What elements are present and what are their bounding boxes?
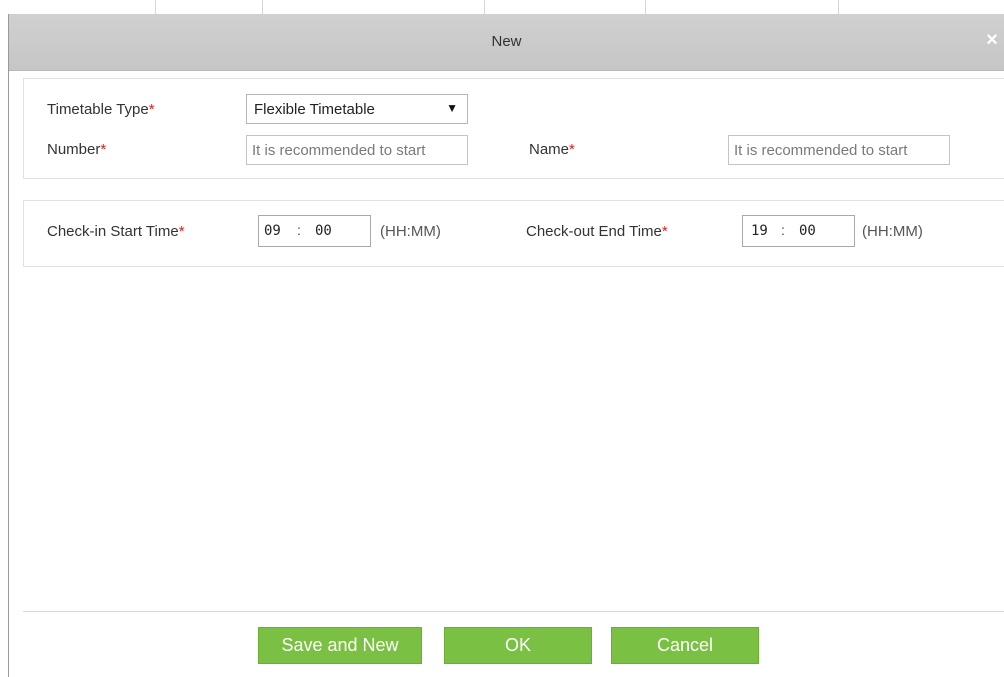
required-marker: * <box>100 141 107 158</box>
required-marker: * <box>148 101 155 118</box>
dialog-title: New <box>491 33 522 50</box>
number-label-text: Number <box>47 141 101 158</box>
check-in-start-time-label: Check-in Start Time* <box>47 223 185 240</box>
check-in-minute[interactable]: 00 <box>315 223 332 239</box>
name-input[interactable] <box>728 135 950 165</box>
background-divider <box>155 0 156 14</box>
timetable-type-label: Timetable Type* <box>47 101 155 118</box>
timetable-type-label-text: Timetable Type <box>47 101 149 118</box>
background-window-strip <box>0 0 1004 14</box>
check-in-hour[interactable]: 09 <box>264 223 281 239</box>
check-out-minute[interactable]: 00 <box>799 223 816 239</box>
check-in-start-time-input[interactable]: 09 : 00 <box>258 215 371 247</box>
check-out-end-time-input[interactable]: 19 : 00 <box>742 215 855 247</box>
check-out-end-time-label-text: Check-out End Time <box>526 223 662 240</box>
basic-info-section: Timetable Type* Flexible Timetable ▼ Num… <box>23 78 1004 179</box>
cancel-button[interactable]: Cancel <box>611 627 759 664</box>
dropdown-arrow-icon[interactable]: ▼ <box>446 101 458 115</box>
background-divider <box>645 0 646 14</box>
time-separator: : <box>297 222 301 238</box>
check-in-format-hint: (HH:MM) <box>380 223 441 240</box>
background-divider <box>484 0 485 14</box>
check-out-end-time-label: Check-out End Time* <box>526 223 668 240</box>
check-out-format-hint: (HH:MM) <box>862 223 923 240</box>
close-icon[interactable]: × <box>982 30 1002 50</box>
check-in-start-time-label-text: Check-in Start Time <box>47 223 179 240</box>
timetable-type-select[interactable]: Flexible Timetable ▼ <box>246 94 468 124</box>
name-label-text: Name <box>529 141 570 158</box>
footer-divider <box>23 611 1004 612</box>
time-settings-section: Check-in Start Time* 09 : 00 (HH:MM) Che… <box>23 200 1004 267</box>
new-timetable-dialog: New × Timetable Type* Flexible Timetable… <box>8 14 1004 677</box>
number-input[interactable] <box>246 135 468 165</box>
dialog-titlebar: New × <box>9 14 1004 71</box>
background-divider <box>262 0 263 14</box>
check-out-hour[interactable]: 19 <box>751 223 768 239</box>
required-marker: * <box>569 141 575 158</box>
time-separator: : <box>781 222 785 238</box>
timetable-type-selected-value: Flexible Timetable <box>254 101 375 118</box>
number-label: Number* <box>47 141 106 158</box>
ok-button[interactable]: OK <box>444 627 592 664</box>
save-and-new-button[interactable]: Save and New <box>258 627 422 664</box>
name-label: Name* <box>529 141 575 158</box>
background-divider <box>838 0 839 14</box>
required-marker: * <box>178 223 185 240</box>
required-marker: * <box>661 223 668 240</box>
